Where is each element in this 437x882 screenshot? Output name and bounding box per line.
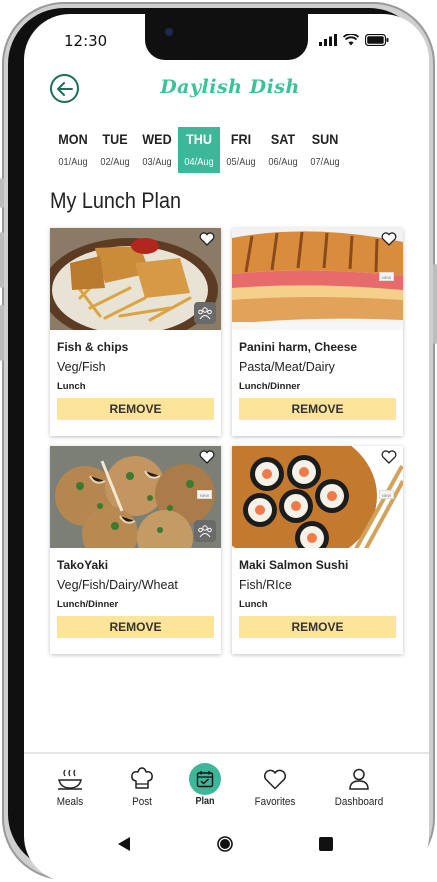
week-day-selector: MON 01/Aug TUE 02/Aug WED 03/Aug THU 04/…: [52, 127, 402, 177]
page-title: My Lunch Plan: [50, 188, 181, 213]
meal-type: Lunch: [239, 599, 268, 610]
remove-button[interactable]: REMOVE: [57, 616, 214, 638]
phone-mute-switch: [0, 178, 4, 208]
tab-dashboard[interactable]: Dashboard: [324, 764, 394, 808]
remove-button[interactable]: REMOVE: [239, 616, 396, 638]
tab-label: Favorites: [254, 796, 296, 808]
chef-hat-icon: [131, 767, 153, 789]
front-camera-icon: [165, 28, 173, 36]
meal-photo-fish-chips: [50, 228, 221, 330]
meal-card[interactable]: NEW Maki Salmon Sushi Fish/RIce Lunch RE…: [232, 446, 403, 654]
meal-category: Veg/Fish/Dairy/Wheat: [57, 578, 178, 592]
tab-label: Dashboard: [334, 796, 384, 808]
day-date: 01/Aug: [58, 156, 88, 168]
day-thu[interactable]: THU 04/Aug: [178, 127, 220, 173]
group-icon: [194, 302, 216, 324]
day-name: WED: [142, 131, 172, 147]
meal-name: Fish & chips: [57, 340, 129, 354]
system-navigation-bar: [24, 832, 429, 856]
status-icons: [319, 34, 389, 46]
tab-plan[interactable]: Plan: [170, 763, 240, 807]
nav-home-icon[interactable]: [217, 836, 233, 852]
meal-category: Fish/RIce: [239, 578, 292, 592]
day-name: FRI: [230, 131, 252, 147]
phone-volume-up: [0, 232, 4, 288]
new-badge: NEW: [379, 272, 394, 281]
bottom-tab-bar: Meals Post Plan Favorites Dashboard: [24, 763, 429, 816]
favorite-heart-icon[interactable]: [381, 450, 397, 464]
meal-type: Lunch/Dinner: [57, 599, 119, 610]
day-sun[interactable]: SUN 07/Aug: [304, 127, 346, 173]
day-name: SAT: [270, 131, 296, 147]
meal-card[interactable]: Fish & chips Veg/Fish Lunch REMOVE: [50, 228, 221, 436]
status-time: 12:30: [64, 32, 108, 50]
day-wed[interactable]: WED 03/Aug: [136, 127, 178, 173]
meal-name: TakoYaki: [57, 558, 109, 572]
meal-photo-takoyaki: NEW: [50, 446, 221, 548]
tab-label: Post: [132, 796, 152, 808]
nav-recents-icon[interactable]: [319, 837, 333, 851]
day-fri[interactable]: FRI 05/Aug: [220, 127, 262, 173]
meal-type: Lunch/Dinner: [239, 381, 301, 392]
meal-photo-panini: NEW: [232, 228, 403, 330]
app-logo: Daylish Dish: [160, 76, 300, 98]
meal-card[interactable]: NEW Panini harm, Cheese Pasta/Meat/Dairy…: [232, 228, 403, 436]
arrow-left-icon: [56, 81, 73, 96]
day-name: MON: [58, 131, 88, 147]
day-name: THU: [186, 131, 212, 147]
day-date: 03/Aug: [142, 156, 172, 168]
tab-meals[interactable]: Meals: [35, 764, 105, 808]
wifi-icon: [343, 34, 359, 46]
nav-back-icon[interactable]: [117, 836, 131, 852]
new-badge: NEW: [197, 490, 212, 499]
meal-category: Pasta/Meat/Dairy: [239, 360, 335, 374]
meal-card[interactable]: NEW TakoYaki Veg/Fish/Dairy/Wheat Lunch/…: [50, 446, 221, 654]
new-badge: NEW: [379, 490, 394, 499]
app-screen: 12:30 Daylish Dish MON 01/Aug TUE 02/Aug…: [24, 14, 429, 882]
day-date: 05/Aug: [226, 156, 256, 168]
heart-icon: [264, 769, 286, 790]
tab-post[interactable]: Post: [107, 764, 177, 808]
bowl-icon: [58, 769, 82, 790]
group-icon: [194, 520, 216, 542]
meal-category: Veg/Fish: [57, 360, 106, 374]
remove-button[interactable]: REMOVE: [57, 398, 214, 420]
favorite-heart-icon[interactable]: [199, 450, 215, 464]
meal-photo-sushi: NEW: [232, 446, 403, 548]
tabbar-divider: [24, 752, 429, 754]
day-date: 02/Aug: [100, 156, 130, 168]
meal-type: Lunch: [57, 381, 86, 392]
day-date: 06/Aug: [268, 156, 298, 168]
remove-button[interactable]: REMOVE: [239, 398, 396, 420]
phone-power-button: [433, 264, 437, 344]
calendar-icon: [196, 771, 214, 788]
meal-name: Panini harm, Cheese: [239, 340, 358, 354]
day-date: 07/Aug: [310, 156, 340, 168]
day-date: 04/Aug: [184, 156, 214, 168]
favorite-heart-icon[interactable]: [199, 232, 215, 246]
day-tue[interactable]: TUE 02/Aug: [94, 127, 136, 173]
camera-notch: [145, 14, 308, 60]
tab-label: Plan: [195, 796, 215, 807]
tab-label: Meals: [56, 796, 84, 808]
tab-favorites[interactable]: Favorites: [240, 764, 310, 808]
phone-volume-down: [0, 305, 4, 361]
day-sat[interactable]: SAT 06/Aug: [262, 127, 304, 173]
back-button[interactable]: [50, 74, 79, 103]
phone-bezel: 12:30 Daylish Dish MON 01/Aug TUE 02/Aug…: [8, 8, 429, 882]
favorite-heart-icon[interactable]: [381, 232, 397, 246]
battery-icon: [365, 34, 389, 46]
day-name: SUN: [311, 131, 339, 147]
user-icon: [349, 768, 369, 790]
signal-icon: [319, 34, 337, 46]
day-name: TUE: [102, 131, 128, 147]
day-mon[interactable]: MON 01/Aug: [52, 127, 94, 173]
meal-name: Maki Salmon Sushi: [239, 558, 349, 572]
